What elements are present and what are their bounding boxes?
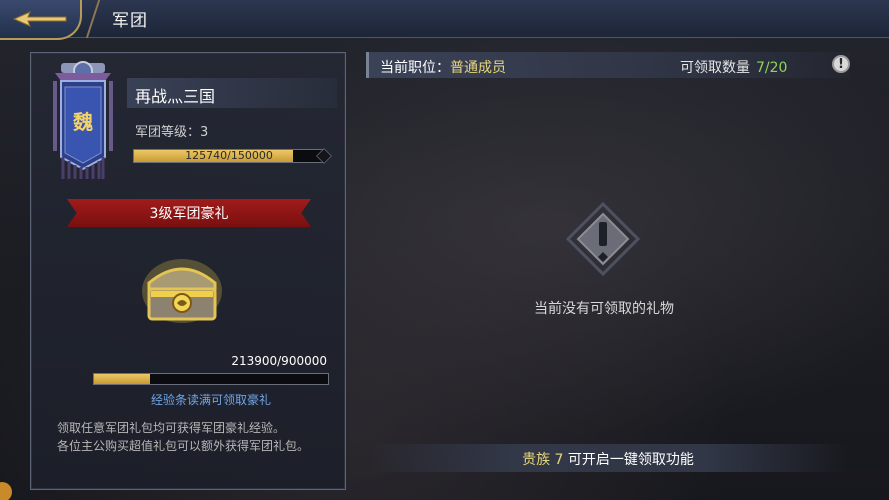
claim-label: 可领取数量 xyxy=(680,60,750,76)
gift-exp-bar xyxy=(93,373,329,385)
guild-exp-bar: 125740/150000 xyxy=(133,148,332,164)
gift-title-ribbon: 3级军团豪礼 xyxy=(67,199,311,227)
guild-level: 军团等级：3 xyxy=(135,125,209,140)
claim-count: 可领取数量 7/20 xyxy=(680,57,787,77)
role-value: 普通成员 xyxy=(450,60,506,76)
current-role: 当前职位：普通成员 xyxy=(380,57,506,77)
empty-message: 当前没有可领取的礼物 xyxy=(534,301,674,317)
back-arrow-icon xyxy=(12,11,67,27)
info-alert-icon[interactable]: ! xyxy=(832,55,850,73)
empty-exclamation-icon xyxy=(566,202,640,276)
gift-description: 领取任意军团礼包均可获得军团豪礼经验。 各位主公购买超值礼包可以额外获得军团礼包… xyxy=(57,419,337,455)
guild-name: 再战灬三国 xyxy=(135,87,216,106)
gift-exp-text: 213900/900000 xyxy=(231,354,327,368)
guild-info-panel: 魏 再战灬三国 军团等级：3 125740/150000 3级军团豪礼 2139… xyxy=(30,52,346,490)
page-title: 军团 xyxy=(112,11,148,31)
guild-exp-text: 125740/150000 xyxy=(185,149,273,162)
role-label: 当前职位： xyxy=(380,60,450,76)
back-button[interactable] xyxy=(0,0,82,40)
vip-hint-text: 可开启一键领取功能 xyxy=(567,452,694,468)
claim-value: 7/20 xyxy=(756,60,788,76)
vip-level: 贵族 7 xyxy=(522,452,564,468)
guild-banner-icon: 魏 xyxy=(53,61,113,179)
gift-exp-hint: 经验条读满可领取豪礼 xyxy=(150,393,271,407)
svg-text:魏: 魏 xyxy=(72,110,93,134)
treasure-chest-icon[interactable] xyxy=(139,249,225,325)
description-line: 领取任意军团礼包均可获得军团豪礼经验。 xyxy=(57,421,286,435)
description-line: 各位主公购买超值礼包可以额外获得军团礼包。 xyxy=(57,439,310,453)
gift-exp-fill xyxy=(94,374,150,384)
vip-hint: 贵族 7 可开启一键领取功能 xyxy=(366,449,850,469)
